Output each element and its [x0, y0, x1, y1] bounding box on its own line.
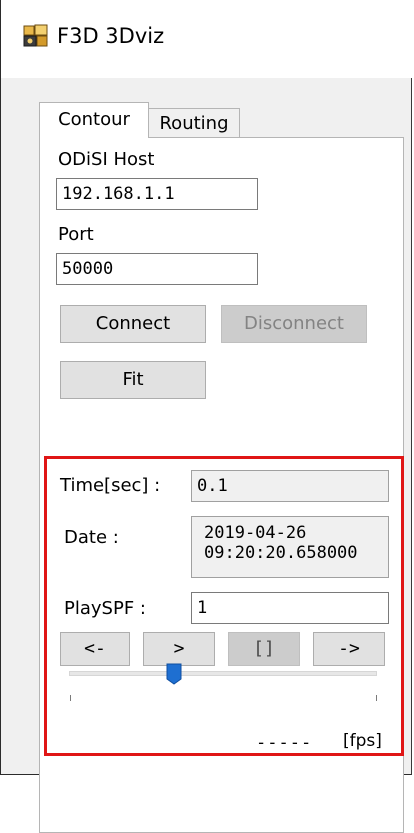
time-field: 0.1: [191, 470, 389, 502]
tab-contour[interactable]: Contour: [39, 102, 149, 138]
port-label: Port: [58, 224, 94, 245]
connect-button[interactable]: Connect: [60, 305, 206, 343]
host-input[interactable]: 192.168.1.1: [56, 178, 258, 210]
date-field: 2019-04-26 09:20:20.658000: [191, 516, 389, 578]
window-title: F3D 3Dviz: [57, 24, 165, 48]
tab-routing[interactable]: Routing: [149, 108, 240, 138]
port-input[interactable]: 50000: [56, 253, 258, 285]
date-label: Date :: [64, 527, 119, 548]
disconnect-button[interactable]: Disconnect: [221, 305, 367, 343]
slider-tick-start: [70, 695, 71, 701]
frame-slider-track[interactable]: [69, 671, 377, 676]
date-line-1: 2019-04-26: [204, 523, 307, 543]
fps-value: -----: [256, 733, 313, 753]
playspf-input[interactable]: 1: [191, 592, 389, 624]
frame-slider-thumb[interactable]: [166, 663, 182, 685]
step-forward-button[interactable]: ->: [313, 632, 385, 666]
title-bar: F3D 3Dviz: [1, 0, 413, 78]
date-line-2: 09:20:20.658000: [204, 543, 358, 563]
host-label: ODiSI Host: [58, 149, 155, 170]
play-button[interactable]: >: [143, 632, 215, 666]
fit-button[interactable]: Fit: [60, 361, 206, 399]
slider-tick-end: [376, 695, 377, 701]
app-icon: [23, 24, 48, 47]
playspf-label: PlaySPF :: [64, 598, 146, 619]
time-label: Time[sec] :: [60, 475, 161, 496]
step-back-button[interactable]: <-: [60, 632, 130, 666]
stop-button[interactable]: []: [228, 632, 300, 666]
fps-unit-label: [fps]: [343, 731, 382, 751]
